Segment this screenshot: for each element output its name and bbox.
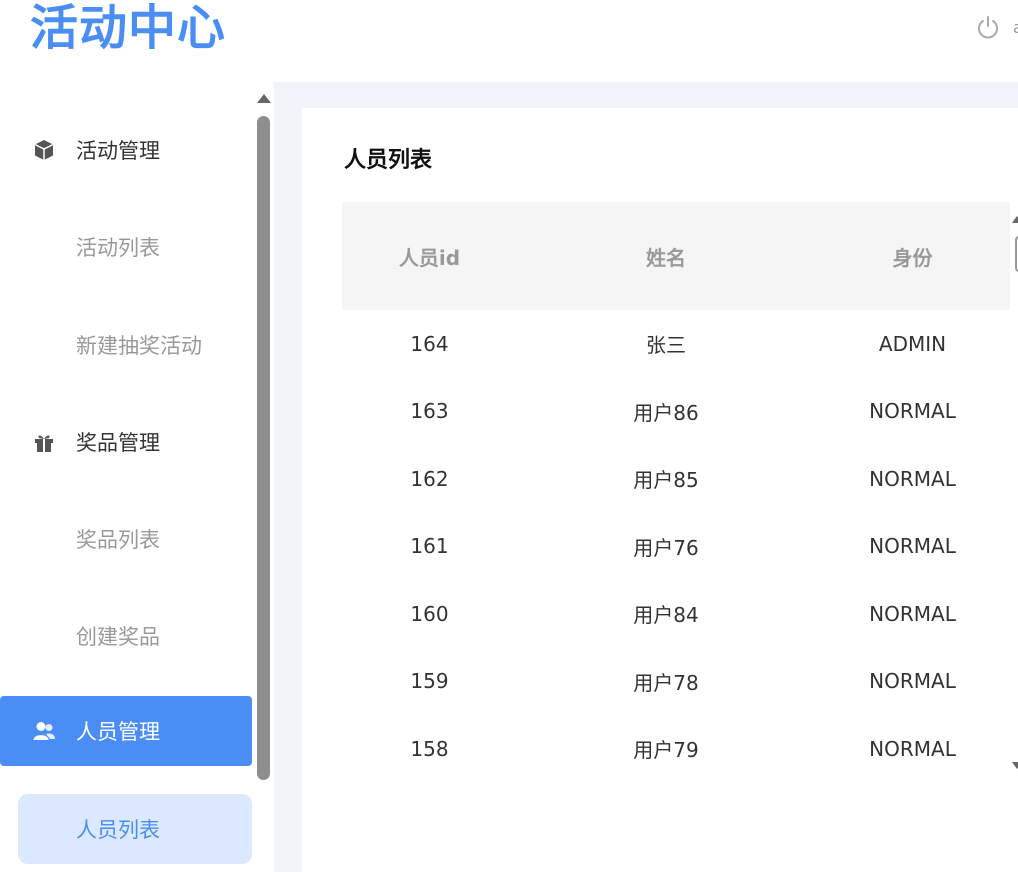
users-icon [32,719,56,743]
cell-name: 用户84 [633,603,699,628]
sidebar-subitem-new-lottery[interactable]: 新建抽奖活动 [0,310,252,380]
sidebar-subitem-activity-list[interactable]: 活动列表 [0,212,252,282]
cell-role: NORMAL [869,736,956,761]
cell-role: ADMIN [878,331,947,356]
column-header-id: 人员id [398,245,461,270]
table-row[interactable]: 161 用户76 NORMAL [342,513,1010,581]
cell-id: 158 [410,736,449,761]
cell-name: 张三 [646,333,686,358]
sidebar-item-activity-management[interactable]: 活动管理 [0,115,252,185]
table-row[interactable]: 159 用户78 NORMAL [342,648,1010,716]
table-row[interactable]: 164 张三 ADMIN [342,310,1010,378]
app-logo: 活动中心 [30,0,227,56]
table-header: 人员id 姓名 身份 [342,202,1010,310]
scroll-up-arrow-icon[interactable] [1012,216,1018,223]
column-header-role: 身份 [892,245,933,270]
cell-role: NORMAL [869,669,956,694]
cell-name: 用户85 [633,468,699,493]
sidebar-item-label: 奖品管理 [76,431,160,455]
cell-role: NORMAL [869,534,956,559]
sidebar-subitem-create-prize[interactable]: 创建奖品 [0,601,252,671]
cell-id: 160 [410,601,449,626]
sidebar-item-label: 人员管理 [76,720,160,744]
table-scrollbar[interactable] [1010,202,1018,782]
sidebar-scrollbar[interactable] [254,82,274,872]
scroll-up-arrow-icon[interactable] [257,94,271,103]
sidebar-item-people-management[interactable]: 人员管理 [0,696,252,766]
cell-id: 161 [410,534,449,559]
gift-icon [32,430,56,454]
cell-name: 用户86 [633,400,699,425]
cell-role: NORMAL [869,466,956,491]
table-body: 164 张三 ADMIN 163 用户86 NORMAL 162 用户85 NO… [342,310,1010,783]
table-row[interactable]: 160 用户84 NORMAL [342,580,1010,648]
table-row[interactable]: 163 用户86 NORMAL [342,378,1010,446]
cube-icon [32,138,56,162]
scrollbar-thumb[interactable] [257,116,270,780]
cell-role: NORMAL [869,601,956,626]
page-title: 人员列表 [344,148,433,173]
scroll-down-arrow-icon[interactable] [1012,762,1018,769]
people-table: 人员id 姓名 身份 164 张三 ADMIN 163 用户86 NORMAL … [342,202,1010,783]
app-header: 活动中心 a [0,0,1018,82]
sidebar-subitem-people-list[interactable]: 人员列表 [18,794,252,864]
cell-name: 用户78 [633,670,699,695]
cell-name: 用户79 [633,738,699,763]
power-icon[interactable] [975,14,1001,40]
cell-id: 159 [410,669,449,694]
sidebar: 活动管理 活动列表 新建抽奖活动 奖品管理 奖品列表 创建奖品 人员管理 人员列… [0,82,254,872]
sidebar-item-label: 活动管理 [76,139,160,163]
cell-id: 164 [410,331,449,356]
table-row[interactable]: 162 用户85 NORMAL [342,445,1010,513]
cell-id: 163 [410,399,449,424]
cell-id: 162 [410,466,449,491]
people-list-card: 人员列表 人员id 姓名 身份 164 张三 ADMIN 163 用户86 NO… [302,108,1018,872]
column-header-name: 姓名 [646,245,686,270]
sidebar-subitem-prize-list[interactable]: 奖品列表 [0,504,252,574]
cell-name: 用户76 [633,535,699,560]
cell-role: NORMAL [869,399,956,424]
table-row[interactable]: 158 用户79 NORMAL [342,715,1010,783]
sidebar-item-prize-management[interactable]: 奖品管理 [0,407,252,477]
header-user-text[interactable]: a [1013,18,1018,37]
